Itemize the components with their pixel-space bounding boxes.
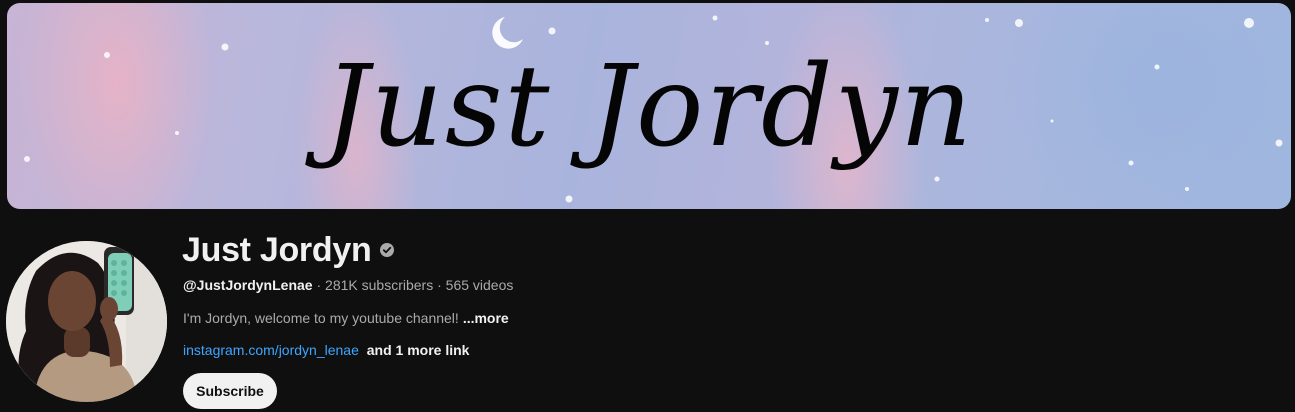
instagram-link[interactable]: instagram.com/jordyn_lenae: [183, 342, 359, 358]
channel-handle[interactable]: @JustJordynLenae: [183, 277, 313, 293]
description-more-button[interactable]: ...more: [463, 310, 509, 326]
subscribe-button[interactable]: Subscribe: [183, 373, 277, 409]
subscriber-count: 281K subscribers: [325, 277, 434, 293]
channel-page: Just Jordyn Just Jordyn @JustJordynLenae…: [0, 0, 1295, 412]
meta-separator: ·: [437, 277, 446, 293]
description-text: I'm Jordyn, welcome to my youtube channe…: [183, 310, 459, 326]
meta-separator: ·: [316, 277, 326, 293]
avatar-photo: [6, 241, 167, 402]
channel-description[interactable]: I'm Jordyn, welcome to my youtube channe…: [183, 310, 509, 326]
channel-links: instagram.com/jordyn_lenae and 1 more li…: [183, 342, 469, 358]
channel-name-row: Just Jordyn: [182, 228, 395, 272]
banner-title: Just Jordyn: [323, 42, 975, 172]
channel-avatar[interactable]: [6, 241, 167, 402]
video-count: 565 videos: [445, 277, 514, 293]
channel-banner: Just Jordyn: [7, 3, 1291, 209]
verified-icon: [380, 243, 395, 257]
more-links-button[interactable]: and 1 more link: [367, 342, 470, 358]
channel-meta: @JustJordynLenae · 281K subscribers · 56…: [183, 277, 513, 293]
channel-name: Just Jordyn: [182, 230, 372, 269]
